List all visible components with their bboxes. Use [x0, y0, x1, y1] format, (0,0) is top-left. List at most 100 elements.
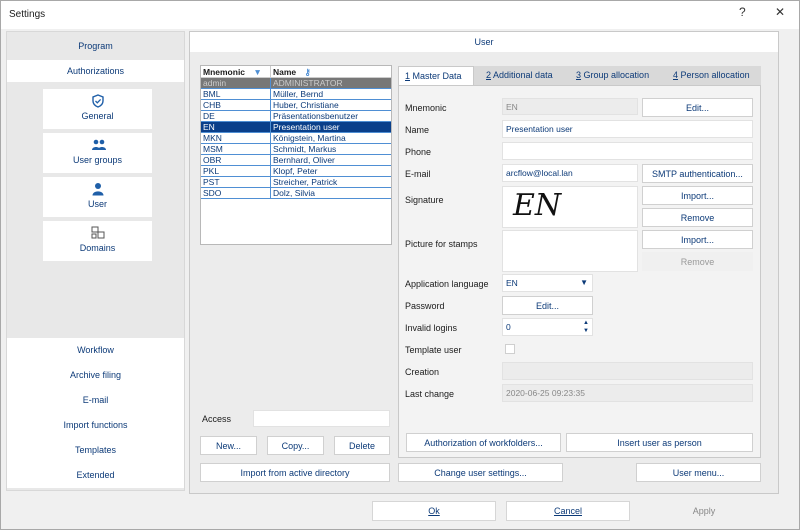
authorization-workfolders-button[interactable]: Authorization of workfolders...	[406, 433, 561, 452]
user-menu-button[interactable]: User menu...	[636, 463, 761, 482]
language-select[interactable]: EN ▼	[502, 274, 593, 292]
domains-icon	[91, 226, 105, 240]
table-row-selected[interactable]: EN Presentation user	[201, 122, 391, 133]
nav-email[interactable]: E-mail	[7, 388, 184, 413]
import-active-directory-button[interactable]: Import from active directory	[200, 463, 390, 482]
new-button[interactable]: New...	[200, 436, 257, 455]
remove-stamp-button[interactable]: Remove	[642, 252, 753, 271]
cell-mnemonic: MKN	[201, 133, 271, 143]
copy-button[interactable]: Copy...	[267, 436, 324, 455]
tab-additional-data[interactable]: 2 Additional data	[486, 66, 553, 85]
table-row[interactable]: SDO Dolz, Silvia	[201, 188, 391, 199]
cell-name: Dolz, Silvia	[273, 188, 316, 198]
language-value: EN	[506, 278, 518, 288]
table-row[interactable]: OBR Bernhard, Oliver	[201, 155, 391, 166]
column-mnemonic[interactable]: Mnemonic ▼	[201, 66, 271, 77]
tab-person-allocation[interactable]: 4 Person allocation	[673, 66, 750, 85]
change-user-settings-button[interactable]: Change user settings...	[398, 463, 563, 482]
edit-password-button[interactable]: Edit...	[502, 296, 593, 315]
import-stamp-button[interactable]: Import...	[642, 230, 753, 249]
cell-mnemonic: EN	[201, 122, 271, 132]
language-label: Application language	[405, 279, 489, 289]
tab-label: Group allocation	[583, 70, 650, 80]
user-settings-panel: User Mnemonic ▼ Name ⚷ admin ADMINISTRATO…	[189, 31, 779, 494]
tab-label: Person allocation	[680, 70, 750, 80]
tab-master-data[interactable]: 1 Master Data	[398, 66, 474, 85]
cell-name: ADMINISTRATOR	[273, 78, 343, 88]
apply-button[interactable]: Apply	[642, 501, 766, 521]
table-row[interactable]: BML Müller, Bernd	[201, 89, 391, 100]
close-icon[interactable]: ✕	[775, 5, 785, 19]
spin-down-icon[interactable]: ▼	[583, 328, 589, 335]
table-row[interactable]: MSM Schmidt, Markus	[201, 144, 391, 155]
edit-mnemonic-button[interactable]: Edit...	[642, 98, 753, 117]
tab-strip: 1 Master Data 2 Additional data 3 Group …	[398, 66, 761, 85]
signature-label: Signature	[405, 195, 444, 205]
email-label: E-mail	[405, 169, 431, 179]
column-name[interactable]: Name ⚷	[271, 66, 391, 77]
tab-number: 4	[673, 70, 679, 80]
table-row[interactable]: CHB Huber, Christiane	[201, 100, 391, 111]
ok-button[interactable]: Ok	[372, 501, 496, 521]
nav-extended[interactable]: Extended	[7, 463, 184, 488]
tab-label: Additional data	[493, 70, 553, 80]
tile-domains[interactable]: Domains	[43, 221, 152, 261]
nav-authorizations[interactable]: Authorizations	[7, 60, 184, 82]
import-signature-button[interactable]: Import...	[642, 186, 753, 205]
users-icon	[91, 138, 106, 152]
table-row[interactable]: MKN Königstein, Martina	[201, 133, 391, 144]
smtp-authentication-button[interactable]: SMTP authentication...	[642, 164, 753, 183]
ok-label: Ok	[428, 506, 440, 516]
cancel-button[interactable]: Cancel	[506, 501, 630, 521]
nav-workflow[interactable]: Workflow	[7, 338, 184, 363]
access-label: Access	[202, 414, 232, 424]
nav-templates[interactable]: Templates	[7, 438, 184, 463]
tile-user-groups[interactable]: User groups	[43, 133, 152, 173]
shield-icon	[91, 94, 105, 108]
signature-text: EN	[513, 188, 562, 223]
template-user-checkbox[interactable]	[505, 344, 515, 354]
creation-field	[502, 362, 753, 380]
tile-user[interactable]: User	[43, 177, 152, 217]
tab-label: Master Data	[412, 71, 462, 81]
cell-mnemonic: DE	[201, 111, 271, 121]
phone-field[interactable]	[502, 142, 753, 160]
name-field[interactable]: Presentation user	[502, 120, 753, 138]
cell-name: Huber, Christiane	[273, 100, 339, 110]
cell-name: Streicher, Patrick	[273, 177, 338, 187]
tab-group-allocation[interactable]: 3 Group allocation	[576, 66, 649, 85]
access-field[interactable]	[253, 410, 390, 427]
password-label: Password	[405, 301, 445, 311]
name-label: Name	[405, 125, 430, 135]
remove-signature-button[interactable]: Remove	[642, 208, 753, 227]
nav-import-functions[interactable]: Import functions	[7, 413, 184, 438]
delete-button[interactable]: Delete	[334, 436, 390, 455]
invalid-logins-stepper[interactable]: 0 ▲ ▼	[502, 318, 593, 336]
cell-mnemonic: MSM	[201, 144, 271, 154]
table-row[interactable]: admin ADMINISTRATOR	[201, 78, 391, 89]
cell-name: Schmidt, Markus	[273, 144, 337, 154]
cell-mnemonic: SDO	[201, 188, 271, 198]
tile-general[interactable]: General	[43, 89, 152, 129]
grid-header: Mnemonic ▼ Name ⚷	[201, 66, 391, 78]
cell-name: Presentation user	[273, 122, 340, 132]
spin-up-icon[interactable]: ▲	[583, 320, 589, 327]
cell-name: Präsentationsbenutzer	[273, 111, 359, 121]
help-icon[interactable]: ?	[739, 5, 746, 19]
nav-program[interactable]: Program	[7, 35, 184, 57]
stamp-image	[502, 230, 638, 272]
user-icon	[91, 182, 105, 196]
nav-archive-filing[interactable]: Archive filing	[7, 363, 184, 388]
table-row[interactable]: PKL Klopf, Peter	[201, 166, 391, 177]
cell-mnemonic: admin	[201, 78, 271, 88]
insert-user-as-person-button[interactable]: Insert user as person	[566, 433, 753, 452]
table-row[interactable]: PST Streicher, Patrick	[201, 177, 391, 188]
mnemonic-label: Mnemonic	[405, 103, 447, 113]
invalid-logins-label: Invalid logins	[405, 323, 458, 333]
tile-label: User	[87, 199, 107, 209]
email-field[interactable]: arcflow@local.lan	[502, 164, 638, 182]
tile-label: Domains	[79, 243, 116, 253]
mnemonic-field: EN	[502, 98, 638, 115]
table-row[interactable]: DE Präsentationsbenutzer	[201, 111, 391, 122]
tile-label: User groups	[72, 155, 123, 165]
